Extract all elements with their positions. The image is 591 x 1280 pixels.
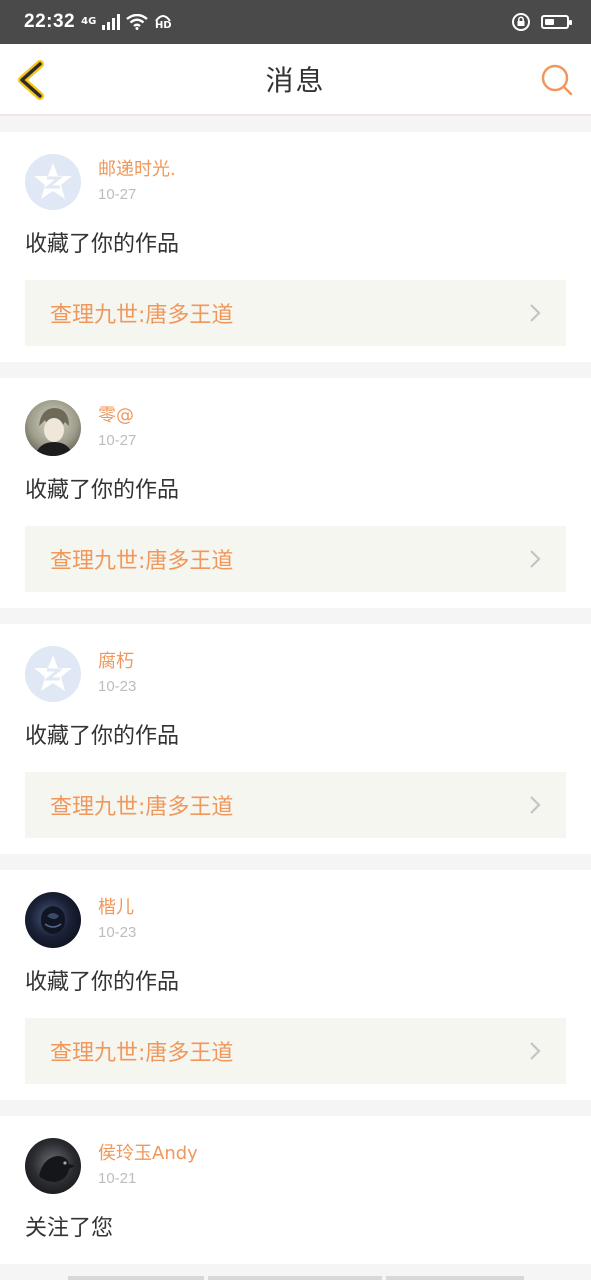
work-link[interactable]: 查理九世:唐多王道 xyxy=(25,526,566,592)
status-bar: 22:32 4G HD xyxy=(0,0,591,44)
message-card: 零@ 10-27 收藏了你的作品 查理九世:唐多王道 xyxy=(0,378,591,608)
chevron-right-icon xyxy=(530,796,541,814)
status-time: 22:32 xyxy=(24,11,76,32)
signal-icon xyxy=(102,14,121,30)
user-name[interactable]: 楷儿 xyxy=(98,896,136,920)
work-link[interactable]: 查理九世:唐多王道 xyxy=(25,772,566,838)
search-icon[interactable] xyxy=(539,62,575,98)
gesture-bar xyxy=(68,1276,524,1280)
crow-avatar-image xyxy=(39,1156,75,1182)
nav-bar: 消息 xyxy=(0,44,591,116)
message-card: 邮递时光. 10-27 收藏了你的作品 查理九世:唐多王道 xyxy=(0,132,591,362)
user-name[interactable]: 零@ xyxy=(98,404,136,428)
avatar[interactable] xyxy=(25,646,81,702)
qq-star-icon xyxy=(34,655,72,691)
user-name[interactable]: 邮递时光. xyxy=(98,158,176,182)
network-type: 4G xyxy=(81,16,97,27)
user-name[interactable]: 侯玲玉Andy xyxy=(98,1142,198,1166)
message-text: 关注了您 xyxy=(25,1216,114,1241)
rose-avatar-image xyxy=(41,906,65,934)
message-date: 10-27 xyxy=(98,432,137,449)
message-text: 收藏了你的作品 xyxy=(25,724,180,749)
avatar[interactable] xyxy=(25,1138,81,1194)
user-name[interactable]: 腐朽 xyxy=(98,650,136,674)
page-title: 消息 xyxy=(265,64,326,97)
qq-star-icon xyxy=(34,163,72,199)
work-link[interactable]: 查理九世:唐多王道 xyxy=(25,1018,566,1084)
message-text: 收藏了你的作品 xyxy=(25,232,180,257)
rotation-lock-icon xyxy=(512,13,530,31)
message-date: 10-21 xyxy=(98,1170,137,1187)
work-link[interactable]: 查理九世:唐多王道 xyxy=(25,280,566,346)
work-title: 查理九世:唐多王道 xyxy=(50,795,234,820)
message-card: 侯玲玉Andy 10-21 关注了您 xyxy=(0,1116,591,1264)
message-list: 邮递时光. 10-27 收藏了你的作品 查理九世:唐多王道 零@ 10-27 收… xyxy=(0,116,591,1264)
work-title: 查理九世:唐多王道 xyxy=(50,1041,234,1066)
anime-avatar-image xyxy=(35,408,73,456)
avatar[interactable] xyxy=(25,892,81,948)
hd-icon: HD xyxy=(154,13,172,31)
battery-icon xyxy=(541,15,572,29)
work-title: 查理九世:唐多王道 xyxy=(50,549,234,574)
message-date: 10-23 xyxy=(98,924,137,941)
chevron-right-icon xyxy=(530,1042,541,1060)
work-title: 查理九世:唐多王道 xyxy=(50,303,234,328)
avatar[interactable] xyxy=(25,154,81,210)
message-card: 腐朽 10-23 收藏了你的作品 查理九世:唐多王道 xyxy=(0,624,591,854)
avatar[interactable] xyxy=(25,400,81,456)
chevron-right-icon xyxy=(530,304,541,322)
chevron-left-icon[interactable] xyxy=(14,58,54,102)
wifi-icon xyxy=(126,14,149,30)
message-text: 收藏了你的作品 xyxy=(25,970,180,995)
message-date: 10-27 xyxy=(98,186,137,203)
message-text: 收藏了你的作品 xyxy=(25,478,180,503)
message-date: 10-23 xyxy=(98,678,137,695)
chevron-right-icon xyxy=(530,550,541,568)
message-card: 楷儿 10-23 收藏了你的作品 查理九世:唐多王道 xyxy=(0,870,591,1100)
